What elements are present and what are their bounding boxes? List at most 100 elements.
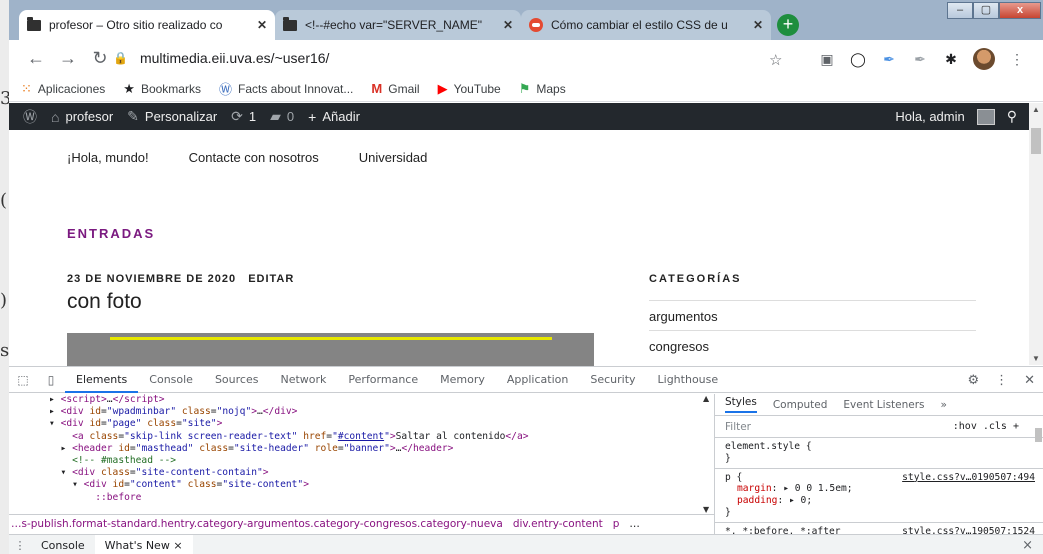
breadcrumb-article[interactable]: …s-publish.format-standard.hentry.catego… xyxy=(11,515,503,534)
scroll-down-arrow-icon[interactable]: ▼ xyxy=(703,505,709,514)
bookmark-label: YouTube xyxy=(453,81,501,96)
breadcrumb-entry-content[interactable]: div.entry-content xyxy=(513,515,603,534)
admin-avatar[interactable] xyxy=(976,108,995,125)
dom-node[interactable]: ▸ <script>…</script> xyxy=(49,394,709,406)
wp-customize-link[interactable]: ✎ Personalizar xyxy=(127,108,217,125)
page-scrollbar[interactable]: ▲ ▼ xyxy=(1029,103,1043,365)
feather-blue-icon[interactable]: ✒ xyxy=(880,50,898,68)
dom-node[interactable]: ::before xyxy=(49,492,709,504)
bookmark-aplicaciones[interactable]: ⁙ Aplicaciones xyxy=(21,81,105,97)
tab-css-style[interactable]: Cómo cambiar el estilo CSS de u ✕ xyxy=(521,10,771,40)
drawer-tab-whats-new[interactable]: What's New × xyxy=(94,534,193,554)
tab-close-icon[interactable]: ✕ xyxy=(753,18,763,32)
styles-scrollbar[interactable] xyxy=(1033,416,1043,534)
tab-network[interactable]: Network xyxy=(269,367,337,393)
bookmark-maps[interactable]: ⚑ Maps xyxy=(519,81,566,97)
edit-link[interactable]: EDITAR xyxy=(248,273,294,285)
settings-gear-icon[interactable]: ⚙ xyxy=(967,373,979,388)
tab-console[interactable]: Console xyxy=(138,367,204,393)
nav-item-contacte[interactable]: Contacte con nosotros xyxy=(189,150,319,165)
wp-updates-link[interactable]: ⟳ 1 xyxy=(231,108,256,125)
scrollbar-thumb[interactable] xyxy=(1035,428,1042,442)
devtools-menu-icon[interactable]: ⋮ xyxy=(995,373,1008,388)
nav-item-hola-mundo[interactable]: ¡Hola, mundo! xyxy=(67,150,149,165)
wp-greeting[interactable]: Hola, admin xyxy=(895,109,964,124)
style-rule-element[interactable]: element.style { } xyxy=(715,438,1043,469)
dom-node[interactable]: ▾ <div id="content" class="site-content"… xyxy=(49,479,709,491)
dom-node[interactable]: ▾ <div class="site-content-contain"> xyxy=(49,467,709,479)
menu-kebab-icon[interactable]: ⋮ xyxy=(1008,50,1026,68)
bookmark-star-icon[interactable]: ☆ xyxy=(769,51,782,69)
tab-computed[interactable]: Computed xyxy=(773,399,828,411)
post-date[interactable]: 23 DE NOVIEMBRE DE 2020 xyxy=(67,273,236,285)
tab-sources[interactable]: Sources xyxy=(204,367,270,393)
dom-node[interactable]: <a class="skip-link screen-reader-text" … xyxy=(49,431,709,443)
rule-declaration[interactable]: padding: ▸ 0; xyxy=(725,495,1033,507)
tab-memory[interactable]: Memory xyxy=(429,367,496,393)
minimize-button[interactable]: – xyxy=(947,2,973,19)
tab-styles[interactable]: Styles xyxy=(725,396,757,413)
rule-declaration[interactable]: margin: ▸ 0 0 1.5em; xyxy=(725,483,1033,495)
dom-node[interactable]: ▸ <header id="masthead" class="site-head… xyxy=(49,443,709,455)
tab-lighthouse[interactable]: Lighthouse xyxy=(647,367,730,393)
dom-tree-scrollbar[interactable]: ▲ ▼ xyxy=(702,394,712,514)
cast-icon[interactable]: ▣ xyxy=(818,50,836,68)
scrollbar-thumb[interactable] xyxy=(1031,128,1041,154)
post-featured-image[interactable] xyxy=(67,333,594,366)
device-toolbar-icon[interactable]: ▯ xyxy=(37,373,65,387)
tab-performance[interactable]: Performance xyxy=(337,367,429,393)
forward-arrow-icon[interactable]: → xyxy=(55,48,81,69)
tab-close-icon[interactable]: ✕ xyxy=(503,18,513,32)
rule-source-link[interactable]: style.css?v…0190507:494 xyxy=(902,472,1035,484)
category-item[interactable]: congresos xyxy=(649,330,976,360)
styles-filter-input[interactable]: Filter :hov .cls + xyxy=(715,416,1043,438)
reload-icon[interactable]: ↻ xyxy=(87,48,113,69)
close-window-button[interactable]: x xyxy=(999,2,1041,19)
tab-elements[interactable]: Elements xyxy=(65,367,139,393)
back-arrow-icon[interactable]: ← xyxy=(23,48,49,69)
feather-grey-icon[interactable]: ✒ xyxy=(911,50,929,68)
tab-server-name[interactable]: <!--#echo var="SERVER_NAME" ✕ xyxy=(275,10,521,40)
search-icon[interactable]: ⚲ xyxy=(1007,108,1017,125)
breadcrumb-more[interactable]: … xyxy=(629,515,640,534)
category-item[interactable]: argumentos xyxy=(649,300,976,330)
tab-profesor[interactable]: profesor – Otro sitio realizado co ✕ xyxy=(19,10,275,40)
bookmark-gmail[interactable]: M Gmail xyxy=(371,81,419,96)
tab-close-icon[interactable]: ✕ xyxy=(257,18,267,32)
address-bar[interactable]: 🔒 multimedia.eii.uva.es/~user16/ xyxy=(113,44,813,72)
close-devtools-icon[interactable]: ✕ xyxy=(1024,373,1035,388)
style-rule-p[interactable]: style.css?v…0190507:494 p { margin: ▸ 0 … xyxy=(715,469,1043,523)
drawer-tab-console[interactable]: Console xyxy=(31,539,95,552)
scroll-up-arrow-icon[interactable]: ▲ xyxy=(1032,105,1040,114)
dom-node[interactable]: ▾ <div id="page" class="site"> xyxy=(49,418,709,430)
tab-security[interactable]: Security xyxy=(579,367,646,393)
new-tab-button[interactable]: + xyxy=(777,14,799,36)
opera-icon[interactable]: ◯ xyxy=(849,50,867,68)
maximize-button[interactable]: ▢ xyxy=(973,2,999,19)
wp-new-link[interactable]: + Añadir xyxy=(308,109,360,125)
wp-comments-link[interactable]: ▰ 0 xyxy=(270,108,294,125)
dom-node[interactable]: <!-- #masthead --> xyxy=(49,455,709,467)
inspect-element-icon[interactable]: ⬚ xyxy=(9,373,37,387)
dom-tree[interactable]: ▸ <script>…</script> ▸ <div id="wpadminb… xyxy=(9,394,709,514)
nav-item-universidad[interactable]: Universidad xyxy=(359,150,428,165)
scroll-up-arrow-icon[interactable]: ▲ xyxy=(703,394,709,403)
post-title[interactable]: con foto xyxy=(67,290,142,314)
wp-logo-button[interactable]: Ⓦ xyxy=(23,107,37,127)
bookmark-facts[interactable]: Ⓦ Facts about Innovat... xyxy=(219,79,353,98)
dom-node[interactable]: ▸ <div id="wpadminbar" class="nojq">…</d… xyxy=(49,406,709,418)
tab-event-listeners[interactable]: Event Listeners xyxy=(843,399,924,411)
wp-site-link[interactable]: ⌂ profesor xyxy=(51,109,113,125)
bookmark-bookmarks[interactable]: ★ Bookmarks xyxy=(123,81,201,97)
plus-icon: + xyxy=(308,108,317,125)
close-drawer-icon[interactable]: × xyxy=(1022,538,1033,553)
breadcrumb-p[interactable]: p xyxy=(613,515,620,534)
puzzle-extensions-icon[interactable]: ✱ xyxy=(942,50,960,68)
bookmark-youtube[interactable]: ▶ YouTube xyxy=(438,81,501,97)
tab-application[interactable]: Application xyxy=(496,367,579,393)
drawer-menu-icon[interactable]: ⋮ xyxy=(9,539,31,552)
scroll-down-arrow-icon[interactable]: ▼ xyxy=(1032,354,1040,363)
more-tabs-chevron-icon[interactable]: » xyxy=(941,399,947,411)
profile-avatar[interactable] xyxy=(973,48,995,70)
filter-tools[interactable]: :hov .cls + xyxy=(953,421,1019,432)
